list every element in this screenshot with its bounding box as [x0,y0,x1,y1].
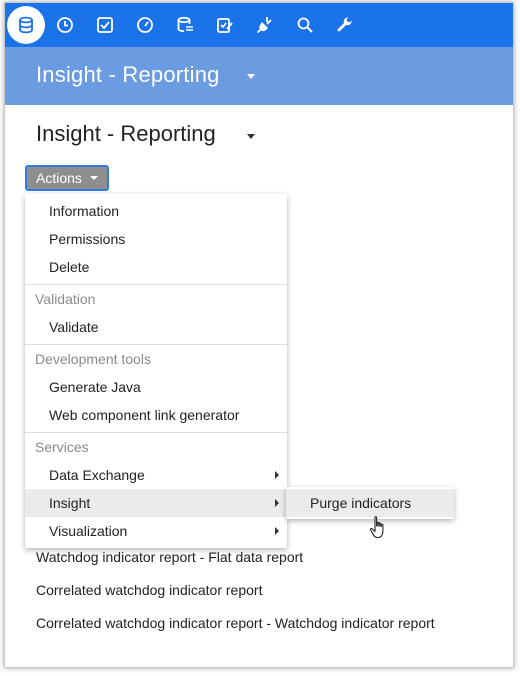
menu-item-information[interactable]: Information [25,197,287,225]
actions-dropdown-button[interactable]: Actions [25,165,109,191]
page-title-chevron-down-icon[interactable] [247,134,255,139]
report-link[interactable]: Correlated watchdog indicator report [36,582,262,598]
menu-section-header-services: Services [35,439,89,455]
submenu-item-purge-indicators[interactable]: Purge indicators [286,489,454,517]
menu-section-header-validation: Validation [35,291,96,307]
submenu-arrow-icon [275,499,279,507]
data-model-button[interactable] [7,6,45,44]
report-link[interactable]: Correlated watchdog indicator report - W… [36,615,435,631]
menu-item-data-exchange[interactable]: Data Exchange [25,461,287,489]
actions-button-label: Actions [36,170,82,186]
menu-item-insight[interactable]: Insight [25,489,287,517]
menu-item-label: Validate [49,319,99,335]
workflow-button[interactable] [205,3,245,47]
menu-item-label: Insight [49,495,91,511]
submenu-arrow-icon [275,527,279,535]
edit-checklist-icon [217,18,233,33]
menu-item-label: Information [49,203,120,219]
menu-item-delete[interactable]: Delete [25,253,287,281]
search-icon [297,17,313,33]
menu-item-label: Data Exchange [49,467,145,483]
top-toolbar [5,3,513,47]
history-button[interactable] [45,3,85,47]
menu-item-label: Permissions [49,231,126,247]
submenu-item-label: Purge indicators [310,495,412,511]
clock-icon [57,17,73,33]
menu-item-permissions[interactable]: Permissions [25,225,287,253]
menu-item-validate[interactable]: Validate [25,313,287,341]
actions-menu: Information Permissions Delete Validatio… [25,194,287,548]
hand-pointer-cursor-icon [369,516,384,539]
report-link[interactable]: Watchdog indicator report - Flat data re… [36,549,303,565]
submenu-arrow-icon [275,471,279,479]
menu-item-generate-java[interactable]: Generate Java [25,373,287,401]
menu-item-web-component-link-generator[interactable]: Web component link generator [25,401,287,429]
menu-section-header-development-tools: Development tools [35,351,151,367]
section-banner: Insight - Reporting [5,47,513,105]
database-icon [19,16,33,34]
search-button[interactable] [285,3,325,47]
tasks-button[interactable] [85,3,125,47]
administration-button[interactable] [325,3,365,47]
app-window: Insight - Reporting Insight - Reporting … [4,2,514,668]
menu-item-visualization[interactable]: Visualization [25,517,287,545]
banner-title: Insight - Reporting [36,62,220,87]
menu-item-label: Delete [49,259,90,275]
page-title: Insight - Reporting [36,121,216,146]
wrench-icon [337,17,352,32]
menu-item-label: Generate Java [49,379,141,395]
database-list-icon [177,16,193,33]
datasets-button[interactable] [165,3,205,47]
menu-item-label: Web component link generator [49,407,240,423]
extensions-button[interactable] [245,3,285,47]
plug-icon [256,17,272,34]
checkbox-icon [97,17,113,33]
speedometer-icon [137,17,153,33]
actions-caret-icon [89,176,98,180]
dashboard-button[interactable] [125,3,165,47]
banner-dropdown-chevron-icon[interactable] [247,74,255,79]
menu-item-label: Visualization [49,523,128,539]
